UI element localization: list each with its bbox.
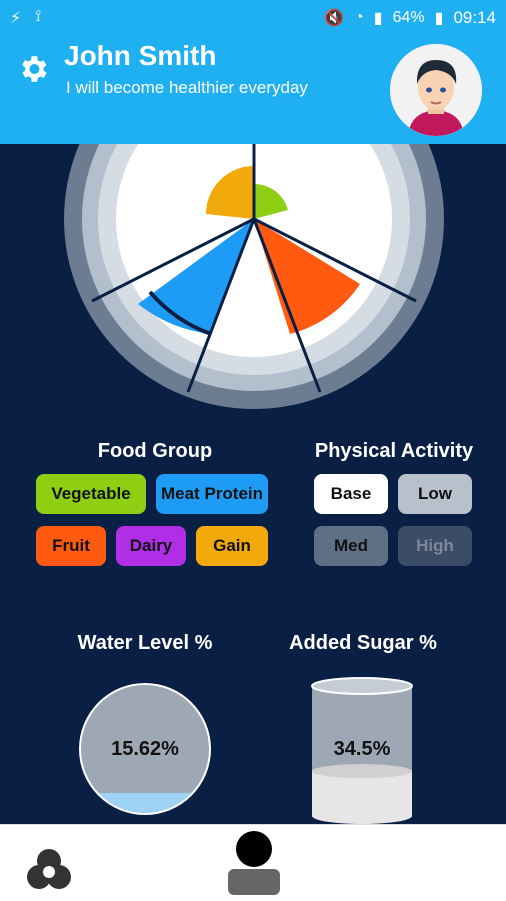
avatar[interactable] [390,44,482,136]
bottom-navigation [0,824,506,901]
food-group-icon[interactable] [24,845,74,895]
battery-icon: ▮ [434,10,444,27]
food-chip-gain[interactable]: Gain [196,526,268,566]
added-sugar-title: Added Sugar % [289,632,437,654]
profile-header: John Smith I will become healthier every… [0,36,506,144]
food-chip-vegetable[interactable]: Vegetable [36,474,146,514]
wifi-icon: ◔ [354,9,364,26]
water-level-title: Water Level % [77,632,213,654]
clock: 09:14 [453,8,496,27]
usb-icon: ⟟ [35,8,42,25]
avatar-image [390,44,482,136]
water-level-value: 15.62% [111,738,179,760]
main-content: Food Group Vegetable Meat Protein Fruit Dai… [0,144,506,824]
signal-icon: ▮ [373,10,383,27]
physical-activity-title: Physical Activity [314,440,474,462]
mute-icon: 🔇 [324,10,345,27]
nutrition-pie-chart [64,144,444,409]
added-sugar-value: 34.5% [333,738,391,760]
activity-chip-low[interactable]: Low [398,474,472,514]
profile-icon[interactable] [224,831,284,895]
status-bar: ⚡ ⟟ 🔇 ◔ ▮ 64% ▮ 09:14 [0,0,506,36]
food-chip-meat-protein[interactable]: Meat Protein [156,474,268,514]
user-tagline: I will become healthier everyday [66,78,308,97]
activity-chip-med[interactable]: Med [314,526,388,566]
gauges [79,677,413,824]
user-name: John Smith [64,40,217,71]
food-group-title: Food Group [97,440,213,462]
battery-percent: 64% [392,9,425,26]
activity-chip-high[interactable]: High [398,526,472,566]
flash-icon: ⚡ [10,10,22,27]
food-chip-fruit[interactable]: Fruit [36,526,106,566]
activity-chip-base[interactable]: Base [314,474,388,514]
food-chip-dairy[interactable]: Dairy [116,526,186,566]
gear-icon[interactable] [16,52,50,86]
